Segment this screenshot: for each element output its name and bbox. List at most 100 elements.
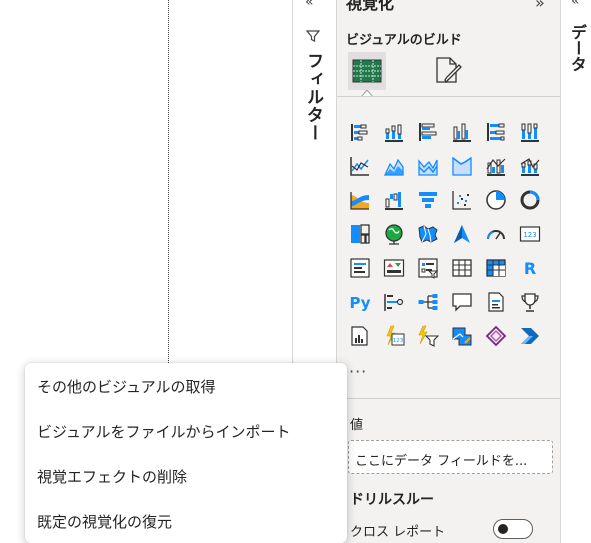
line-stacked-column-icon — [520, 157, 539, 176]
drillthrough-heading: ドリルスルー — [350, 492, 434, 508]
visual-type-button[interactable] — [518, 120, 541, 143]
clustered-column-icon — [452, 123, 471, 142]
more-visuals-button[interactable]: ··· — [349, 362, 367, 381]
data-expand-button[interactable]: « — [571, 0, 579, 9]
gauge-icon — [486, 229, 505, 239]
decomposition-tree-icon — [418, 293, 437, 310]
cross-report-toggle[interactable] — [493, 519, 533, 539]
100-stacked-bar-icon — [486, 122, 504, 141]
more-visuals-context-menu: その他のビジュアルの取得 ビジュアルをファイルからインポート 視覚エフェクトの削除既… — [25, 363, 347, 543]
visual-type-button[interactable] — [450, 256, 473, 279]
visual-type-button[interactable] — [484, 188, 507, 211]
funnel-chart-icon — [418, 191, 437, 208]
visual-type-button[interactable]: Py — [348, 290, 371, 313]
visual-type-button[interactable] — [518, 154, 541, 177]
visualizations-title: 視覚化 — [346, 0, 395, 13]
visual-type-button[interactable] — [382, 290, 405, 313]
visual-type-button[interactable] — [450, 324, 473, 347]
visual-type-button[interactable] — [416, 222, 439, 245]
visual-type-button[interactable] — [382, 188, 405, 211]
visual-type-button[interactable] — [382, 256, 405, 279]
slicer-icon — [417, 257, 438, 279]
power-apps-diamond-icon — [485, 325, 506, 346]
visual-type-button[interactable]: 123 — [382, 324, 405, 347]
line-icon — [349, 156, 369, 176]
paginated-report-icon — [350, 325, 368, 346]
visualizations-pane: 視覚化 » ビジュアルのビルド 123 R Py 123 ··· 値 ここにデータ フ… — [336, 0, 561, 543]
card-icon: 123 — [519, 225, 540, 242]
data-pane: « データ — [560, 0, 591, 543]
visual-type-button[interactable] — [348, 324, 371, 347]
visual-type-button[interactable] — [450, 154, 473, 177]
context-menu-item[interactable]: ビジュアルをファイルからインポート — [25, 409, 347, 454]
shape-map-icon — [452, 327, 471, 345]
toggle-knob — [498, 524, 508, 534]
visual-type-button[interactable] — [348, 120, 371, 143]
treemap-icon — [350, 223, 370, 244]
scatter-icon — [451, 190, 471, 210]
format-visual-tab[interactable] — [429, 52, 467, 90]
values-well-label: 値 — [350, 418, 364, 433]
visual-type-button[interactable] — [450, 222, 473, 245]
data-pane-title[interactable]: データ — [565, 24, 589, 72]
multi-row-card-icon — [349, 257, 370, 278]
pie-icon — [485, 189, 506, 210]
filters-expand-button[interactable]: « — [305, 0, 313, 10]
visual-type-button[interactable] — [416, 324, 439, 347]
matrix-icon — [485, 258, 506, 277]
visual-type-button[interactable] — [484, 256, 507, 279]
visual-type-button[interactable] — [348, 154, 371, 177]
trophy-icon — [520, 292, 539, 312]
visual-type-button[interactable] — [484, 120, 507, 143]
smart-narrative-icon — [487, 291, 504, 312]
visual-type-button[interactable] — [348, 222, 371, 245]
visual-type-button[interactable] — [382, 120, 405, 143]
visual-type-button[interactable] — [348, 188, 371, 211]
visualizations-collapse-button[interactable]: » — [535, 0, 545, 12]
visual-type-button[interactable] — [518, 290, 541, 313]
visual-types-grid: 123 R Py 123 — [348, 120, 541, 347]
visual-type-button[interactable] — [484, 154, 507, 177]
values-drop-field[interactable]: ここにデータ フィールドを... — [348, 440, 553, 474]
visual-type-button[interactable] — [416, 290, 439, 313]
ribbon-chart-icon — [349, 191, 369, 210]
visual-type-button[interactable]: R — [518, 256, 541, 279]
table-icon — [451, 258, 472, 277]
visual-type-button[interactable]: 123 — [518, 222, 541, 245]
visual-type-button[interactable] — [416, 120, 439, 143]
visual-type-button[interactable] — [416, 154, 439, 177]
visual-type-button[interactable] — [416, 256, 439, 279]
build-visual-tab[interactable] — [348, 52, 386, 90]
visual-type-button[interactable] — [518, 188, 541, 211]
visual-type-button[interactable] — [518, 324, 541, 347]
python-icon: Py — [349, 294, 370, 312]
stacked-area-icon — [417, 158, 438, 176]
visual-type-button[interactable] — [382, 154, 405, 177]
filters-pane-title[interactable]: フィルター — [301, 52, 326, 142]
r-script-icon: R — [523, 259, 535, 278]
visual-type-button[interactable] — [484, 290, 507, 313]
area-icon — [383, 158, 404, 176]
svg-text:Py: Py — [349, 294, 370, 312]
context-menu-item[interactable]: 既定の視覚化の復元 — [25, 499, 347, 543]
visual-type-button[interactable] — [416, 188, 439, 211]
context-menu-item[interactable]: その他のビジュアルの取得 — [25, 364, 347, 409]
visual-type-button[interactable] — [484, 222, 507, 245]
visual-type-button[interactable] — [450, 188, 473, 211]
visual-type-button[interactable] — [450, 120, 473, 143]
waterfall-icon — [384, 191, 403, 210]
build-separator — [337, 96, 561, 97]
build-visual-label: ビジュアルのビルド — [346, 33, 462, 48]
visual-type-button[interactable] — [484, 324, 507, 347]
context-menu-item[interactable]: 視覚エフェクトの削除 — [25, 454, 347, 499]
funnel-icon — [305, 30, 321, 42]
fields-separator — [337, 398, 561, 399]
svg-text:123: 123 — [523, 231, 536, 239]
visual-type-button[interactable] — [382, 222, 405, 245]
clustered-bar-icon — [418, 122, 436, 141]
format-brush-icon — [436, 57, 462, 84]
key-influencers-icon — [383, 293, 403, 311]
visual-type-button[interactable] — [450, 290, 473, 313]
visual-type-button[interactable] — [348, 256, 371, 279]
svg-text:R: R — [523, 259, 535, 278]
